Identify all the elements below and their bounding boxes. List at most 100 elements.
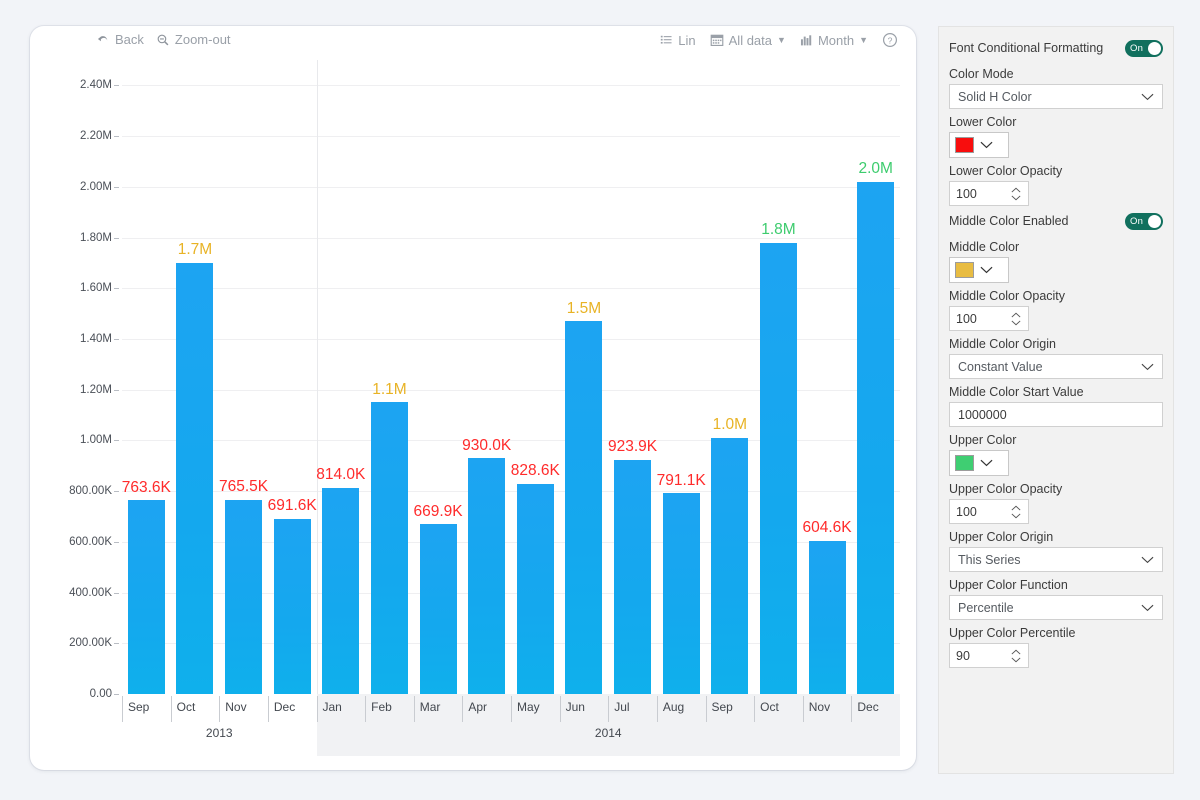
bar[interactable] — [176, 263, 213, 694]
upper-color-origin-label: Upper Color Origin — [949, 530, 1163, 544]
bar-chart-icon — [800, 34, 813, 47]
font-conditional-formatting-toggle[interactable]: On — [1125, 40, 1163, 57]
plot-canvas: 763.6K1.7M765.5K691.6K814.0K1.1M669.9K93… — [122, 60, 900, 694]
upper-color-button[interactable] — [949, 450, 1009, 476]
x-axis-month-labels: SepOctNovDecJanFebMarAprMayJunJulAugSepO… — [122, 694, 900, 724]
x-axis-tick-label: Dec — [268, 694, 317, 724]
toggle-knob — [1148, 215, 1161, 228]
bar[interactable] — [760, 243, 797, 694]
chevron-down-icon — [980, 266, 993, 274]
toggle-state-label: On — [1130, 216, 1143, 227]
stepper-arrows[interactable] — [1011, 312, 1021, 326]
bar[interactable] — [857, 182, 894, 694]
bar-data-label: 1.5M — [567, 301, 601, 317]
lower-color-opacity-stepper[interactable]: 100 — [949, 181, 1029, 206]
y-axis-tick-label: 200.00K — [69, 637, 112, 649]
upper-color-swatch — [955, 455, 974, 471]
lower-color-swatch — [955, 137, 974, 153]
bar-cell: 763.6K — [122, 60, 171, 694]
bar-data-label: 930.0K — [462, 438, 511, 454]
x-axis: 20132014SepOctNovDecJanFebMarAprMayJunJu… — [122, 694, 900, 756]
upper-color-origin-select[interactable]: This Series — [949, 547, 1163, 572]
upper-color-function-select[interactable]: Percentile — [949, 595, 1163, 620]
granularity-button[interactable]: Month ▼ — [800, 33, 868, 48]
upper-color-opacity-label: Upper Color Opacity — [949, 482, 1163, 496]
y-axis-tick-label: 1.20M — [80, 384, 112, 396]
stepper-arrows[interactable] — [1011, 505, 1021, 519]
upper-color-percentile-stepper[interactable]: 90 — [949, 643, 1029, 668]
zoom-out-button[interactable]: Zoom-out — [156, 32, 231, 47]
bar-cell: 814.0K — [317, 60, 366, 694]
upper-color-opacity-stepper[interactable]: 100 — [949, 499, 1029, 524]
lower-color-button[interactable] — [949, 132, 1009, 158]
bar[interactable] — [468, 458, 505, 694]
chevron-up-icon — [1011, 312, 1021, 318]
bar-data-label: 604.6K — [802, 520, 851, 536]
x-axis-tick-label: Sep — [122, 694, 171, 724]
chevron-down-icon — [1141, 556, 1154, 564]
bar-series: 763.6K1.7M765.5K691.6K814.0K1.1M669.9K93… — [122, 60, 900, 694]
chevron-down-icon — [1011, 657, 1021, 663]
middle-color-enabled-toggle[interactable]: On — [1125, 213, 1163, 230]
bar-cell: 765.5K — [219, 60, 268, 694]
back-button[interactable]: Back — [96, 32, 144, 47]
bar[interactable] — [517, 484, 554, 694]
bar-cell: 1.8M — [754, 60, 803, 694]
bar-cell: 604.6K — [803, 60, 852, 694]
scale-mode-label: Lin — [678, 33, 695, 48]
x-axis-tick-label: Aug — [657, 694, 706, 724]
middle-color-button[interactable] — [949, 257, 1009, 283]
middle-color-enabled-row: Middle Color Enabled On — [949, 208, 1163, 234]
stepper-arrows[interactable] — [1011, 187, 1021, 201]
bar-data-label: 791.1K — [657, 473, 706, 489]
chevron-down-icon — [980, 459, 993, 467]
bar[interactable] — [809, 541, 846, 694]
x-axis-tick-label: Nov — [219, 694, 268, 724]
y-axis-tick-label: 1.60M — [80, 282, 112, 294]
y-axis-tick-label: 1.80M — [80, 232, 112, 244]
x-axis-tick-label: Dec — [851, 694, 900, 724]
bar[interactable] — [322, 488, 359, 694]
middle-color-opacity-label: Middle Color Opacity — [949, 289, 1163, 303]
middle-color-start-value-input[interactable]: 1000000 — [949, 402, 1163, 427]
bar-cell: 1.7M — [171, 60, 220, 694]
back-arrow-icon — [96, 33, 110, 47]
y-axis-tick-label: 2.00M — [80, 181, 112, 193]
x-axis-tick-label: Nov — [803, 694, 852, 724]
chart-card: Back Zoom-out — [30, 26, 916, 770]
middle-color-opacity-stepper[interactable]: 100 — [949, 306, 1029, 331]
x-axis-tick-label: Oct — [754, 694, 803, 724]
bar[interactable] — [420, 524, 457, 694]
granularity-label: Month — [818, 33, 854, 48]
scale-mode-button[interactable]: Lin — [660, 33, 695, 48]
app-root: Back Zoom-out — [0, 0, 1200, 800]
y-axis-tick-label: 0.00 — [90, 688, 112, 700]
y-axis-tick-label: 1.00M — [80, 434, 112, 446]
bar[interactable] — [663, 493, 700, 694]
bar[interactable] — [711, 438, 748, 694]
bar[interactable] — [614, 460, 651, 694]
bar[interactable] — [128, 500, 165, 694]
bar[interactable] — [565, 321, 602, 694]
upper-color-opacity-value: 100 — [956, 505, 977, 519]
lower-color-opacity-value: 100 — [956, 187, 977, 201]
middle-color-origin-select[interactable]: Constant Value — [949, 354, 1163, 379]
x-axis-tick-label: May — [511, 694, 560, 724]
bar-data-label: 923.9K — [608, 439, 657, 455]
x-axis-tick-label: Jan — [317, 694, 366, 724]
bar[interactable] — [371, 402, 408, 694]
bar-data-label: 1.7M — [178, 242, 212, 258]
stepper-arrows[interactable] — [1011, 649, 1021, 663]
bar-cell: 1.1M — [365, 60, 414, 694]
help-button[interactable]: ? — [882, 32, 898, 48]
bar[interactable] — [274, 519, 311, 694]
middle-color-label: Middle Color — [949, 240, 1163, 254]
chevron-down-icon — [1011, 195, 1021, 201]
data-range-button[interactable]: All data ▼ — [710, 33, 786, 48]
x-axis-tick-label: Sep — [706, 694, 755, 724]
color-mode-select[interactable]: Solid H Color — [949, 84, 1163, 109]
chevron-up-icon — [1011, 649, 1021, 655]
bar-data-label: 691.6K — [268, 498, 317, 514]
bar[interactable] — [225, 500, 262, 694]
zoom-out-icon — [156, 33, 170, 47]
